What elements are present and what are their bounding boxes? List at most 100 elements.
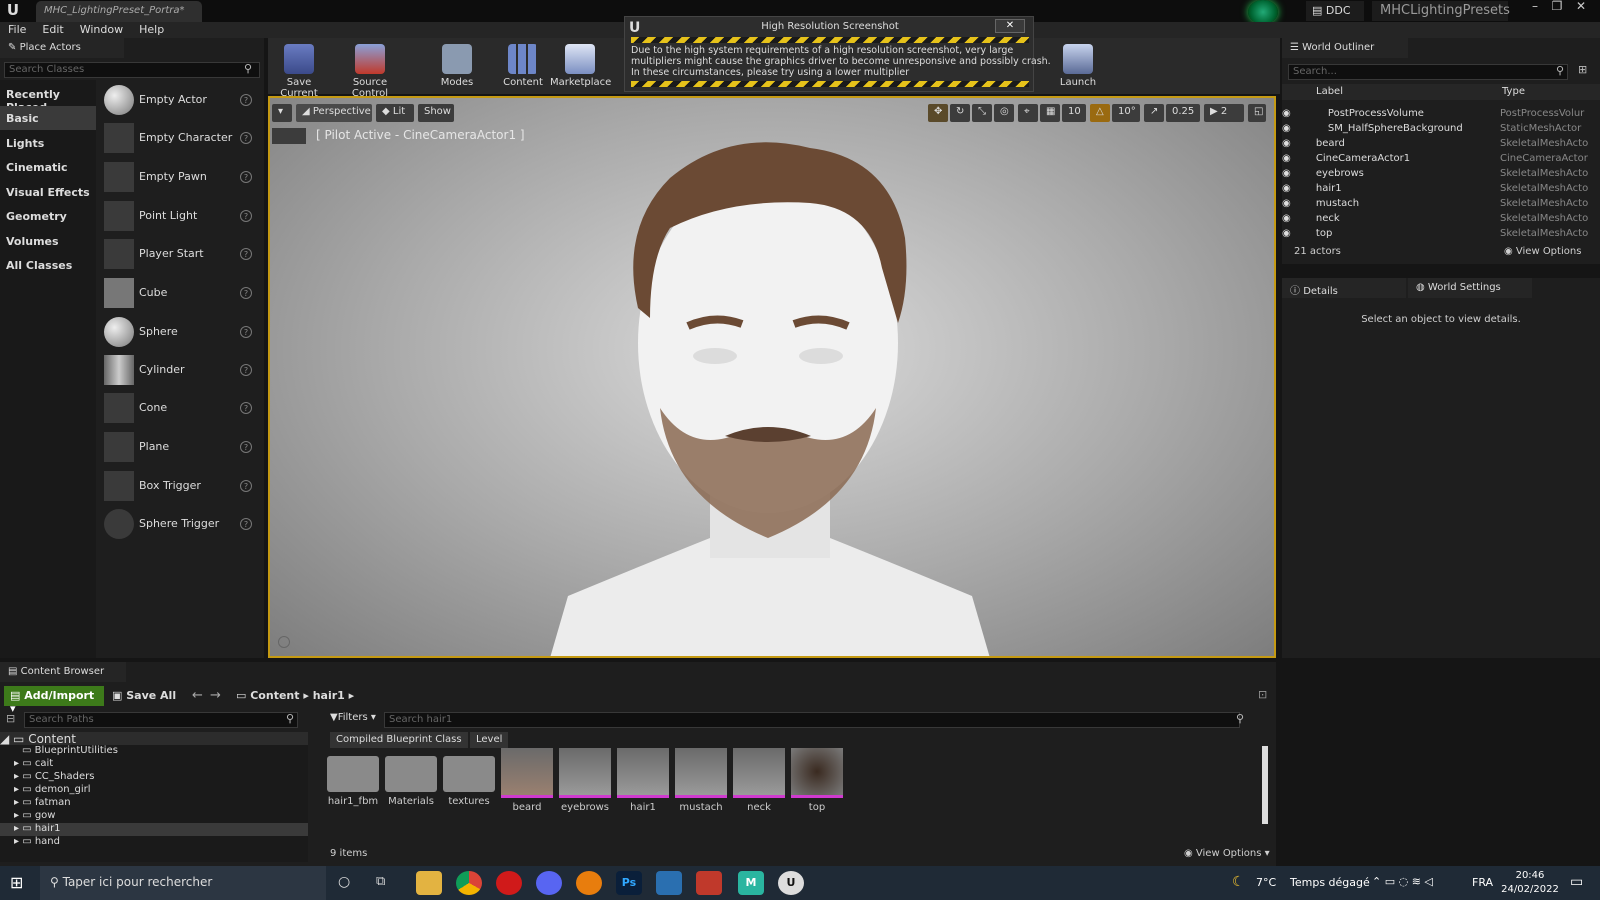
blender-icon[interactable] bbox=[576, 871, 602, 895]
source-control-button[interactable]: Source Control bbox=[334, 38, 406, 99]
category-geometry[interactable]: Geometry bbox=[0, 204, 96, 228]
add-import-button[interactable]: ▤ Add/Import ▾ bbox=[4, 686, 104, 715]
scale-snap-value[interactable]: 0.25 bbox=[1166, 104, 1200, 122]
category-lights[interactable]: Lights bbox=[0, 131, 96, 155]
asset-view-options[interactable]: ◉ View Options ▾ bbox=[1184, 848, 1270, 859]
menu-help[interactable]: Help bbox=[131, 22, 172, 37]
actor-item-sphere-trigger[interactable]: Sphere Trigger? bbox=[100, 506, 260, 544]
actor-item-cube[interactable]: Cube? bbox=[100, 275, 260, 313]
category-basic[interactable]: Basic bbox=[0, 106, 96, 130]
filters-button[interactable]: ▼Filters ▾ bbox=[330, 712, 376, 723]
menu-window[interactable]: Window bbox=[72, 22, 131, 37]
system-tray-icons[interactable]: ⌃ ▭ ◌ ≋ ◁ bbox=[1372, 875, 1433, 888]
asset-search-input[interactable]: Search hair1 bbox=[384, 712, 1240, 728]
photos-icon[interactable] bbox=[656, 871, 682, 895]
chrome-icon[interactable] bbox=[456, 871, 482, 895]
breadcrumb-hair1[interactable]: hair1 bbox=[313, 689, 345, 702]
help-icon[interactable]: ? bbox=[240, 94, 252, 106]
pilot-eject-icon[interactable] bbox=[272, 128, 306, 144]
tree-folder[interactable]: ▸ ▭ demon_girl bbox=[0, 784, 308, 797]
weather-label[interactable]: Temps dégagé bbox=[1290, 876, 1370, 889]
eye-icon[interactable]: ◉ bbox=[1282, 198, 1294, 209]
actor-item-player-start[interactable]: Player Start? bbox=[100, 236, 260, 274]
help-icon[interactable]: ? bbox=[240, 132, 252, 144]
modes-button[interactable]: Modes bbox=[434, 38, 480, 94]
asset-tile-folder[interactable]: Materials bbox=[384, 748, 438, 832]
outliner-view-options[interactable]: ◉ View Options bbox=[1504, 246, 1581, 257]
outliner-row[interactable]: ◉ SM_HalfSphereBackground StaticMeshActor bbox=[1282, 123, 1592, 138]
outliner-row[interactable]: ◉ CineCameraActor1 CineCameraActor bbox=[1282, 153, 1592, 168]
asset-tile-mesh[interactable]: mustach bbox=[674, 748, 728, 832]
tree-folder[interactable]: ▸ ▭ cait bbox=[0, 758, 308, 771]
eye-icon[interactable]: ◉ bbox=[1282, 213, 1294, 224]
outliner-row[interactable]: ◉ eyebrows SkeletalMeshActo bbox=[1282, 168, 1592, 183]
tree-folder[interactable]: ▸ ▭ fatman bbox=[0, 797, 308, 810]
place-actors-tab[interactable]: ✎ Place Actors bbox=[0, 38, 124, 58]
help-icon[interactable]: ? bbox=[240, 210, 252, 222]
windows-start-icon[interactable]: ⊞ bbox=[10, 873, 23, 892]
outliner-settings-icon[interactable]: ⊞ bbox=[1578, 63, 1587, 76]
input-language[interactable]: FRA bbox=[1472, 876, 1493, 889]
menu-edit[interactable]: Edit bbox=[34, 22, 71, 37]
forward-arrow-icon[interactable]: → bbox=[210, 688, 221, 703]
marmoset-icon[interactable]: M bbox=[738, 871, 764, 895]
help-icon[interactable]: ? bbox=[240, 402, 252, 414]
category-recently-placed[interactable]: Recently Placed bbox=[0, 82, 96, 114]
tree-folder[interactable]: ▭ BlueprintUtilities bbox=[0, 745, 308, 758]
world-settings-tab[interactable]: ◍ World Settings bbox=[1408, 278, 1532, 298]
taskbar-search[interactable]: ⚲ Taper ici pour rechercher bbox=[40, 866, 326, 900]
marketplace-button[interactable]: Marketplace bbox=[550, 38, 611, 94]
viewport-realtime-icon[interactable] bbox=[278, 636, 290, 648]
level-viewport[interactable]: ▾ ◢ Perspective ◆ Lit Show [ Pilot Activ… bbox=[268, 96, 1276, 658]
outliner-row[interactable]: ◉ PostProcessVolume PostProcessVolur bbox=[1282, 108, 1592, 123]
asset-tile-folder[interactable]: hair1_fbm bbox=[326, 748, 380, 832]
asset-scrollbar[interactable] bbox=[1262, 746, 1268, 824]
filter-chip-blueprint[interactable]: Compiled Blueprint Class bbox=[330, 732, 468, 748]
rotation-snap-value[interactable]: 10° bbox=[1112, 104, 1140, 122]
outliner-search-input[interactable]: Search... bbox=[1288, 64, 1568, 80]
actor-item-empty-pawn[interactable]: Empty Pawn? bbox=[100, 159, 260, 197]
winrar-icon[interactable] bbox=[696, 871, 722, 895]
outliner-row[interactable]: ◉ mustach SkeletalMeshActo bbox=[1282, 198, 1592, 213]
help-icon[interactable]: ? bbox=[240, 248, 252, 260]
source-control-orb-icon[interactable] bbox=[1248, 0, 1278, 24]
asset-tile-mesh[interactable]: neck bbox=[732, 748, 786, 832]
category-visual-effects[interactable]: Visual Effects bbox=[0, 180, 96, 204]
help-icon[interactable]: ? bbox=[240, 326, 252, 338]
photoshop-icon[interactable]: Ps bbox=[616, 871, 642, 895]
eye-icon[interactable]: ◉ bbox=[1282, 153, 1294, 164]
tree-folder[interactable]: ▸ ▭ hand bbox=[0, 836, 308, 849]
viewport-options-dropdown[interactable]: ▾ bbox=[272, 104, 292, 122]
content-button[interactable]: Content bbox=[500, 38, 546, 94]
tree-root[interactable]: ◢ ▭ Content bbox=[0, 732, 308, 746]
category-all-classes[interactable]: All Classes bbox=[0, 253, 96, 277]
help-icon[interactable]: ? bbox=[240, 441, 252, 453]
eye-icon[interactable]: ◉ bbox=[1282, 228, 1294, 239]
minimize-icon[interactable]: – bbox=[1524, 0, 1546, 14]
asset-tile-mesh[interactable]: eyebrows bbox=[558, 748, 612, 832]
lock-icon[interactable]: ⊡ bbox=[1258, 688, 1267, 701]
eye-icon[interactable]: ◉ bbox=[1282, 123, 1294, 134]
help-icon[interactable]: ? bbox=[240, 171, 252, 183]
clock[interactable]: 20:46 24/02/2022 bbox=[1500, 869, 1560, 897]
search-paths-input[interactable]: Search Paths bbox=[24, 712, 298, 728]
grid-size-value[interactable]: 10 bbox=[1062, 104, 1086, 122]
level-tab[interactable]: MHC_LightingPreset_Portra* bbox=[36, 1, 202, 22]
actor-item-sphere[interactable]: Sphere? bbox=[100, 314, 260, 352]
ddc-indicator[interactable]: ▤ DDC bbox=[1306, 1, 1364, 21]
actor-item-plane[interactable]: Plane? bbox=[100, 429, 260, 467]
outliner-row[interactable]: ◉ beard SkeletalMeshActo bbox=[1282, 138, 1592, 153]
eye-icon[interactable]: ◉ bbox=[1282, 138, 1294, 149]
lit-button[interactable]: ◆ Lit bbox=[376, 104, 414, 122]
discord-icon[interactable] bbox=[536, 871, 562, 895]
actor-item-cylinder[interactable]: Cylinder? bbox=[100, 352, 260, 390]
outliner-row[interactable]: ◉ neck SkeletalMeshActo bbox=[1282, 213, 1592, 228]
world-outliner-tab[interactable]: ☰ World Outliner bbox=[1282, 38, 1408, 58]
cortana-icon[interactable]: ○ bbox=[338, 874, 350, 890]
eye-icon[interactable]: ◉ bbox=[1282, 168, 1294, 179]
show-button[interactable]: Show bbox=[418, 104, 454, 122]
actor-item-empty-actor[interactable]: Empty Actor? bbox=[100, 82, 260, 120]
help-icon[interactable]: ? bbox=[240, 480, 252, 492]
rotation-snap-icon[interactable]: △ bbox=[1090, 104, 1110, 122]
help-icon[interactable]: ? bbox=[240, 364, 252, 376]
